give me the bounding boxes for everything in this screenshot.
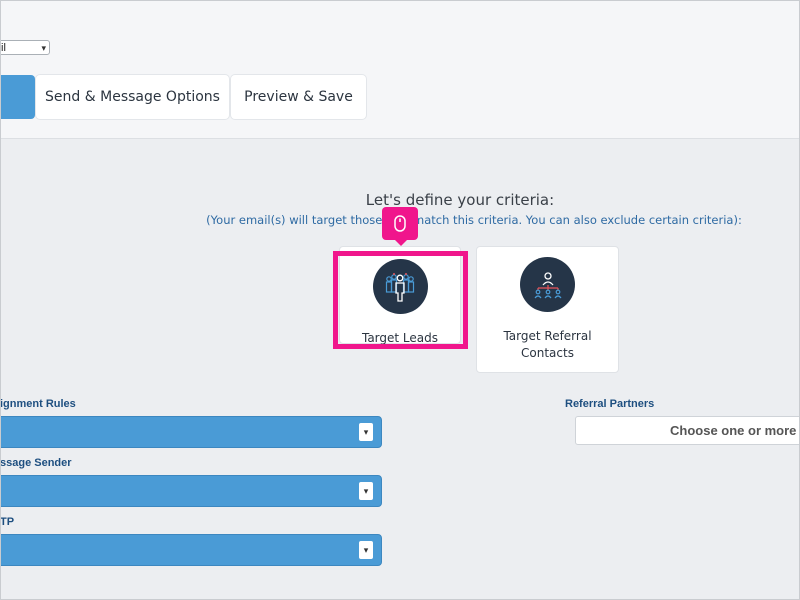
tab-send-message-options[interactable]: Send & Message Options [36,75,229,119]
chevron-down-icon: ▾ [359,541,373,559]
referral-partners-select[interactable]: Choose one or more r [575,416,800,445]
wizard-header: il ▾ Send & Message Options Preview & Sa… [0,0,800,139]
target-referral-label: Target Referral Contacts [503,329,592,360]
chevron-down-icon: ▾ [359,423,373,441]
smtp-label: TP [0,516,15,528]
referral-partners-placeholder: Choose one or more r [670,423,800,438]
assignment-rules-label: ignment Rules [0,398,76,410]
type-select-value: il [1,42,6,54]
selection-highlight [333,251,468,349]
tab-send-label: Send & Message Options [45,89,220,105]
message-sender-label: ssage Sender [0,457,72,469]
target-referral-contacts-card[interactable]: Target Referral Contacts [476,246,619,373]
smtp-select[interactable]: ▾ [0,534,382,566]
chevron-down-icon: ▾ [41,43,46,53]
referral-network-icon [520,257,575,312]
mouse-click-indicator [382,207,418,246]
mouse-icon [394,215,406,232]
tab-preview-label: Preview & Save [244,89,353,105]
referral-partners-label: Referral Partners [565,398,655,410]
tab-preview-save[interactable]: Preview & Save [231,75,366,119]
type-select[interactable]: il ▾ [0,40,50,55]
chevron-down-icon: ▾ [359,482,373,500]
message-sender-select[interactable]: ▾ [0,475,382,507]
assignment-rules-select[interactable]: ▾ [0,416,382,448]
tab-criteria[interactable] [0,75,35,119]
